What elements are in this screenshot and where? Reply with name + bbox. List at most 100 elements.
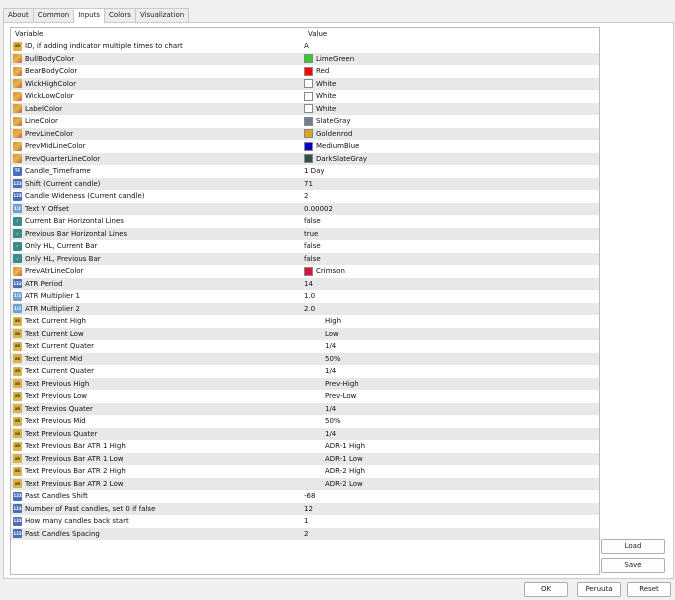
table-row[interactable]: ab Text Previous Low Prev-Low [11, 390, 599, 403]
color-swatch[interactable] [304, 141, 313, 151]
value-cell[interactable]: 1.0 [301, 290, 315, 303]
table-row[interactable]: LabelColor White [11, 102, 599, 116]
value-cell[interactable]: 50% [301, 415, 341, 428]
table-row[interactable]: 1/2 Text Y Offset 0.00002 [11, 202, 599, 216]
value-cell[interactable]: 12 [301, 503, 313, 516]
table-row[interactable]: ab Text Current Quater 1/4 [11, 340, 599, 353]
color-swatch[interactable] [304, 91, 313, 101]
value-cell[interactable]: false [301, 215, 321, 228]
table-row[interactable]: ab Text Current Low Low [11, 327, 599, 341]
table-row[interactable]: ✓ Current Bar Horizontal Lines false [11, 215, 599, 228]
table-row[interactable]: TF Candle_Timeframe 1 Day [11, 165, 599, 178]
table-row[interactable]: 123 ATR Period 14 [11, 277, 599, 291]
value-cell[interactable]: ADR-2 Low [301, 478, 363, 491]
ok-button[interactable]: OK [524, 582, 568, 597]
table-row[interactable]: ab Text Previous Mid 50% [11, 415, 599, 428]
table-row[interactable]: PrevQuarterLineColor DarkSlateGray [11, 152, 599, 166]
value-cell[interactable]: White [301, 78, 336, 91]
table-row[interactable]: ✓ Only HL, Current Bar false [11, 240, 599, 253]
load-button[interactable]: Load [601, 539, 665, 554]
value-cell[interactable]: White [301, 90, 336, 103]
table-row[interactable]: ✓ Previous Bar Horizontal Lines true [11, 227, 599, 241]
table-row[interactable]: LineColor SlateGray [11, 115, 599, 128]
value-cell[interactable]: White [301, 103, 336, 116]
value-cell[interactable]: 2 [301, 528, 308, 541]
color-swatch[interactable] [304, 154, 313, 164]
table-row[interactable]: WickHighColor White [11, 77, 599, 91]
tab-about[interactable]: About [3, 8, 34, 22]
value-cell[interactable]: true [301, 228, 318, 241]
value-cell[interactable]: 1/4 [301, 340, 336, 353]
table-row[interactable]: 123 How many candles back start 1 [11, 515, 599, 528]
value-cell[interactable]: false [301, 253, 321, 266]
value-cell[interactable]: Red [301, 65, 329, 78]
table-row[interactable]: ab Text Previous Bar ATR 1 High ADR-1 High [11, 440, 599, 453]
value-cell[interactable]: 2.0 [301, 303, 315, 316]
table-row[interactable]: 123 Past Candles Spacing 2 [11, 527, 599, 541]
value-cell[interactable]: 0.00002 [301, 203, 333, 216]
value-cell[interactable]: 50% [301, 353, 341, 366]
table-row[interactable]: 1/2 ATR Multiplier 2 2.0 [11, 302, 599, 316]
value-cell[interactable]: 1/4 [301, 365, 336, 378]
value-cell[interactable]: A [301, 40, 309, 53]
value-cell[interactable]: 71 [301, 178, 313, 191]
value-cell[interactable]: 1 Day [301, 165, 325, 178]
value-cell[interactable]: ADR-1 Low [301, 453, 363, 466]
color-swatch[interactable] [304, 266, 313, 276]
table-row[interactable]: ab Text Previous High Prev-High [11, 377, 599, 391]
value-cell[interactable]: Low [301, 328, 339, 341]
value-cell[interactable]: 1/4 [301, 403, 336, 416]
value-cell[interactable]: false [301, 240, 321, 253]
color-swatch[interactable] [304, 116, 313, 126]
table-row[interactable]: 1/2 ATR Multiplier 1 1.0 [11, 290, 599, 303]
value-cell[interactable]: 14 [301, 278, 313, 291]
value-cell[interactable]: Goldenrod [301, 128, 352, 141]
value-cell[interactable]: -68 [301, 490, 315, 503]
value-cell[interactable]: MediumBlue [301, 140, 359, 153]
table-row[interactable]: PrevLineColor Goldenrod [11, 127, 599, 141]
table-row[interactable]: BearBodyColor Red [11, 65, 599, 78]
table-row[interactable]: 123 Shift (Current candle) 71 [11, 177, 599, 191]
color-swatch[interactable] [304, 104, 313, 114]
table-row[interactable]: ab Text Previous Bar ATR 1 Low ADR-1 Low [11, 452, 599, 466]
table-row[interactable]: ab ID, if adding indicator multiple times… [11, 40, 599, 53]
value-cell[interactable]: Prev-High [301, 378, 359, 391]
value-cell[interactable]: 1/4 [301, 428, 336, 441]
value-cell[interactable]: LimeGreen [301, 53, 354, 66]
cancel-button[interactable]: Peruuta [577, 582, 621, 597]
table-row[interactable]: ab Text Current Quater 1/4 [11, 365, 599, 378]
color-swatch[interactable] [304, 79, 313, 89]
value-cell[interactable]: High [301, 315, 341, 328]
table-row[interactable]: ✓ Only HL, Previous Bar false [11, 252, 599, 266]
value-cell[interactable]: DarkSlateGray [301, 153, 367, 166]
reset-button[interactable]: Reset [627, 582, 671, 597]
tab-visualization[interactable]: Visualization [134, 8, 190, 22]
value-cell[interactable]: ADR-2 High [301, 465, 365, 478]
table-row[interactable]: ab Text Previous Quater 1/4 [11, 427, 599, 441]
value-cell[interactable]: 1 [301, 515, 308, 528]
value-cell[interactable]: 2 [301, 190, 308, 203]
table-row[interactable]: PrevAtrLineColor Crimson [11, 265, 599, 278]
value-cell[interactable]: Crimson [301, 265, 345, 278]
tab-inputs[interactable]: Inputs [73, 8, 106, 23]
table-row[interactable]: ab Text Previous Bar ATR 2 Low ADR-2 Low [11, 477, 599, 491]
save-button[interactable]: Save [601, 558, 665, 573]
table-row[interactable]: 123 Number of Past candles, set 0 if fals… [11, 502, 599, 516]
table-row[interactable]: ab Text Current Mid 50% [11, 352, 599, 366]
color-swatch[interactable] [304, 129, 313, 139]
table-row[interactable]: PrevMidLineColor MediumBlue [11, 140, 599, 153]
table-row[interactable]: ab Text Previous Bar ATR 2 High ADR-2 High [11, 465, 599, 478]
table-row[interactable]: 123 Past Candles Shift -68 [11, 490, 599, 503]
color-swatch[interactable] [304, 66, 313, 76]
color-swatch[interactable] [304, 54, 313, 64]
tab-colors[interactable]: Colors [104, 8, 136, 22]
value-cell[interactable]: Prev-Low [301, 390, 356, 403]
table-row[interactable]: ab Text Current High High [11, 315, 599, 328]
table-row[interactable]: 123 Candle Wideness (Current candle) 2 [11, 190, 599, 203]
table-row[interactable]: ab Text Previos Quater 1/4 [11, 402, 599, 416]
tab-common[interactable]: Common [32, 8, 75, 22]
value-cell[interactable]: ADR-1 High [301, 440, 365, 453]
table-row[interactable]: BullBodyColor LimeGreen [11, 52, 599, 66]
table-row[interactable]: WickLowColor White [11, 90, 599, 103]
value-cell[interactable]: SlateGray [301, 115, 350, 128]
